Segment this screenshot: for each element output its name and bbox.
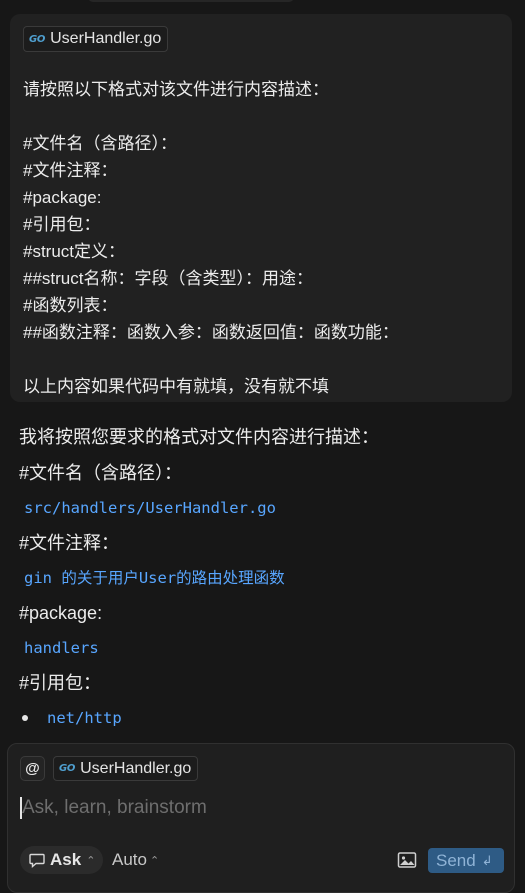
user-message: GO UserHandler.go 请按照以下格式对该文件进行内容描述： #文件… [10,14,512,402]
user-line: ##struct名称：字段（含类型）：用途： [23,269,313,288]
chevron-up-icon: ⌃ [149,854,160,867]
attached-file-name: UserHandler.go [50,30,162,47]
user-line [23,346,502,373]
bullet-icon [22,715,28,721]
import-name: net/http [47,709,122,727]
chat-composer: @ GO UserHandler.go Ask, learn, brainsto… [7,743,515,893]
send-label: Send [436,850,476,870]
user-line: #文件注释： [23,161,118,180]
composer-attached-file-chip[interactable]: GO UserHandler.go [53,756,199,781]
model-label: Auto [112,850,147,869]
user-line: #文件名（含路径）： [23,134,177,153]
assistant-message: 我将按照您要求的格式对文件内容进行描述： #文件名（含路径）： src/hand… [19,424,515,730]
user-line: #package: [23,188,102,207]
text-caret [20,797,22,819]
user-line: 请按照以下格式对该文件进行内容描述： [23,80,329,99]
import-list-item: net/http [19,706,515,730]
user-line: #引用包： [23,215,101,234]
package-value: handlers [24,639,99,657]
user-line: #函数列表： [23,296,118,315]
package-heading: #package: [19,603,103,623]
user-line: 以上内容如果代码中有就填，没有就不填 [23,377,329,396]
user-line [23,103,502,130]
attached-file-chip[interactable]: GO UserHandler.go [23,26,169,52]
mode-label: Ask [50,850,82,869]
user-message-text: 请按照以下格式对该文件进行内容描述： #文件名（含路径）： #文件注释： #pa… [23,76,502,400]
chevron-up-icon: ⌃ [86,854,96,867]
send-button[interactable]: Send ↲ [428,848,504,873]
filename-value: src/handlers/UserHandler.go [24,499,276,517]
comment-heading: #文件注释： [19,533,120,553]
user-line: #struct定义： [23,242,126,261]
assistant-intro: 我将按照您要求的格式对文件内容进行描述： [19,427,379,447]
image-icon[interactable] [397,851,417,869]
composer-attached-file-name: UserHandler.go [80,759,192,777]
imports-heading: #引用包： [19,673,102,693]
go-file-icon: GO [29,33,46,45]
go-file-icon: GO [59,763,76,774]
user-line: ##函数注释：函数入参：函数返回值：函数功能： [23,323,399,342]
enter-key-icon: ↲ [481,852,493,868]
filename-heading: #文件名（含路径）： [19,463,183,483]
chat-input[interactable]: Ask, learn, brainstorm [20,794,490,822]
previous-message-edge [88,0,294,2]
mode-selector[interactable]: Ask ⌃ [20,846,103,874]
comment-value: gin 的关于用户User的路由处理函数 [24,569,285,587]
model-selector[interactable]: Auto ⌃ [112,846,159,874]
chat-bubble-icon [29,853,45,868]
mention-button[interactable]: @ [20,756,45,781]
